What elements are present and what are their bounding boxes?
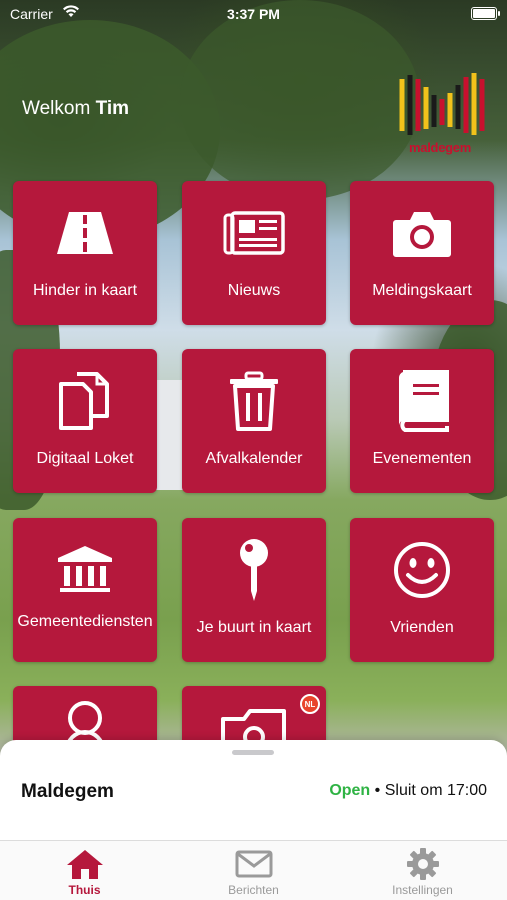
logo-text: maldegem [409, 140, 471, 155]
documents-icon [13, 371, 157, 431]
smiley-icon [350, 540, 494, 600]
place-name: Maldegem [21, 781, 114, 802]
tile-label: Nieuws [227, 282, 281, 299]
tile-digitaal-loket[interactable]: Digitaal Loket [13, 349, 157, 493]
status-bar: Carrier 3:37 PM [0, 0, 507, 28]
clock: 3:37 PM [227, 6, 280, 22]
location-sheet[interactable]: Maldegem Open • Sluit om 17:00 Thuis Ber… [0, 740, 507, 900]
home-icon [0, 847, 169, 881]
tile-hinder-in-kaart[interactable]: Hinder in kaart [13, 181, 157, 325]
camera-icon [350, 203, 494, 263]
tab-thuis[interactable]: Thuis [0, 841, 169, 900]
sheet-handle[interactable] [232, 750, 274, 755]
gear-icon [338, 847, 507, 881]
closing-time: Sluit om 17:00 [384, 782, 487, 799]
newspaper-icon [182, 203, 326, 263]
tile-vrienden[interactable]: Vrienden [350, 518, 494, 662]
road-icon [13, 203, 157, 263]
mail-icon [169, 847, 338, 881]
battery-icon [471, 7, 500, 20]
tile-label: Evenementen [372, 450, 472, 467]
tile-evenementen[interactable]: Evenementen [350, 349, 494, 493]
tile-label: Vrienden [390, 619, 454, 636]
book-icon [350, 370, 494, 432]
tile-label: Afvalkalender [205, 450, 303, 467]
tab-label: Berichten [228, 883, 279, 897]
tile-gemeentediensten[interactable]: Gemeentediensten [13, 518, 157, 662]
open-status: Open [329, 782, 371, 799]
tile-meldingskaart[interactable]: Meldingskaart [350, 181, 494, 325]
tab-instellingen[interactable]: Instellingen [338, 841, 507, 900]
building-icon [13, 540, 157, 600]
trash-icon [182, 371, 326, 431]
tile-label: Digitaal Loket [36, 450, 134, 467]
welcome-prefix: Welkom [22, 98, 91, 119]
map-pin-icon [182, 539, 326, 601]
tab-berichten[interactable]: Berichten [169, 841, 338, 900]
tile-label: Hinder in kaart [32, 282, 138, 299]
tile-afvalkalender[interactable]: Afvalkalender [182, 349, 326, 493]
tile-label: Gemeentediensten [17, 613, 153, 630]
tile-nieuws[interactable]: Nieuws [182, 181, 326, 325]
status-separator: • [374, 782, 381, 799]
tab-bar: Thuis Berichten Instellingen [0, 840, 507, 900]
tab-label: Thuis [68, 883, 101, 897]
tile-label: Meldingskaart [372, 282, 472, 299]
tab-label: Instellingen [392, 883, 453, 897]
opening-hours: Open • Sluit om 17:00 [329, 782, 487, 800]
welcome-text: Welkom Tim [22, 98, 129, 120]
tile-je-buurt-in-kaart[interactable]: Je buurt in kaart [182, 518, 326, 662]
tile-label: Je buurt in kaart [196, 619, 312, 636]
user-name: Tim [95, 98, 129, 119]
